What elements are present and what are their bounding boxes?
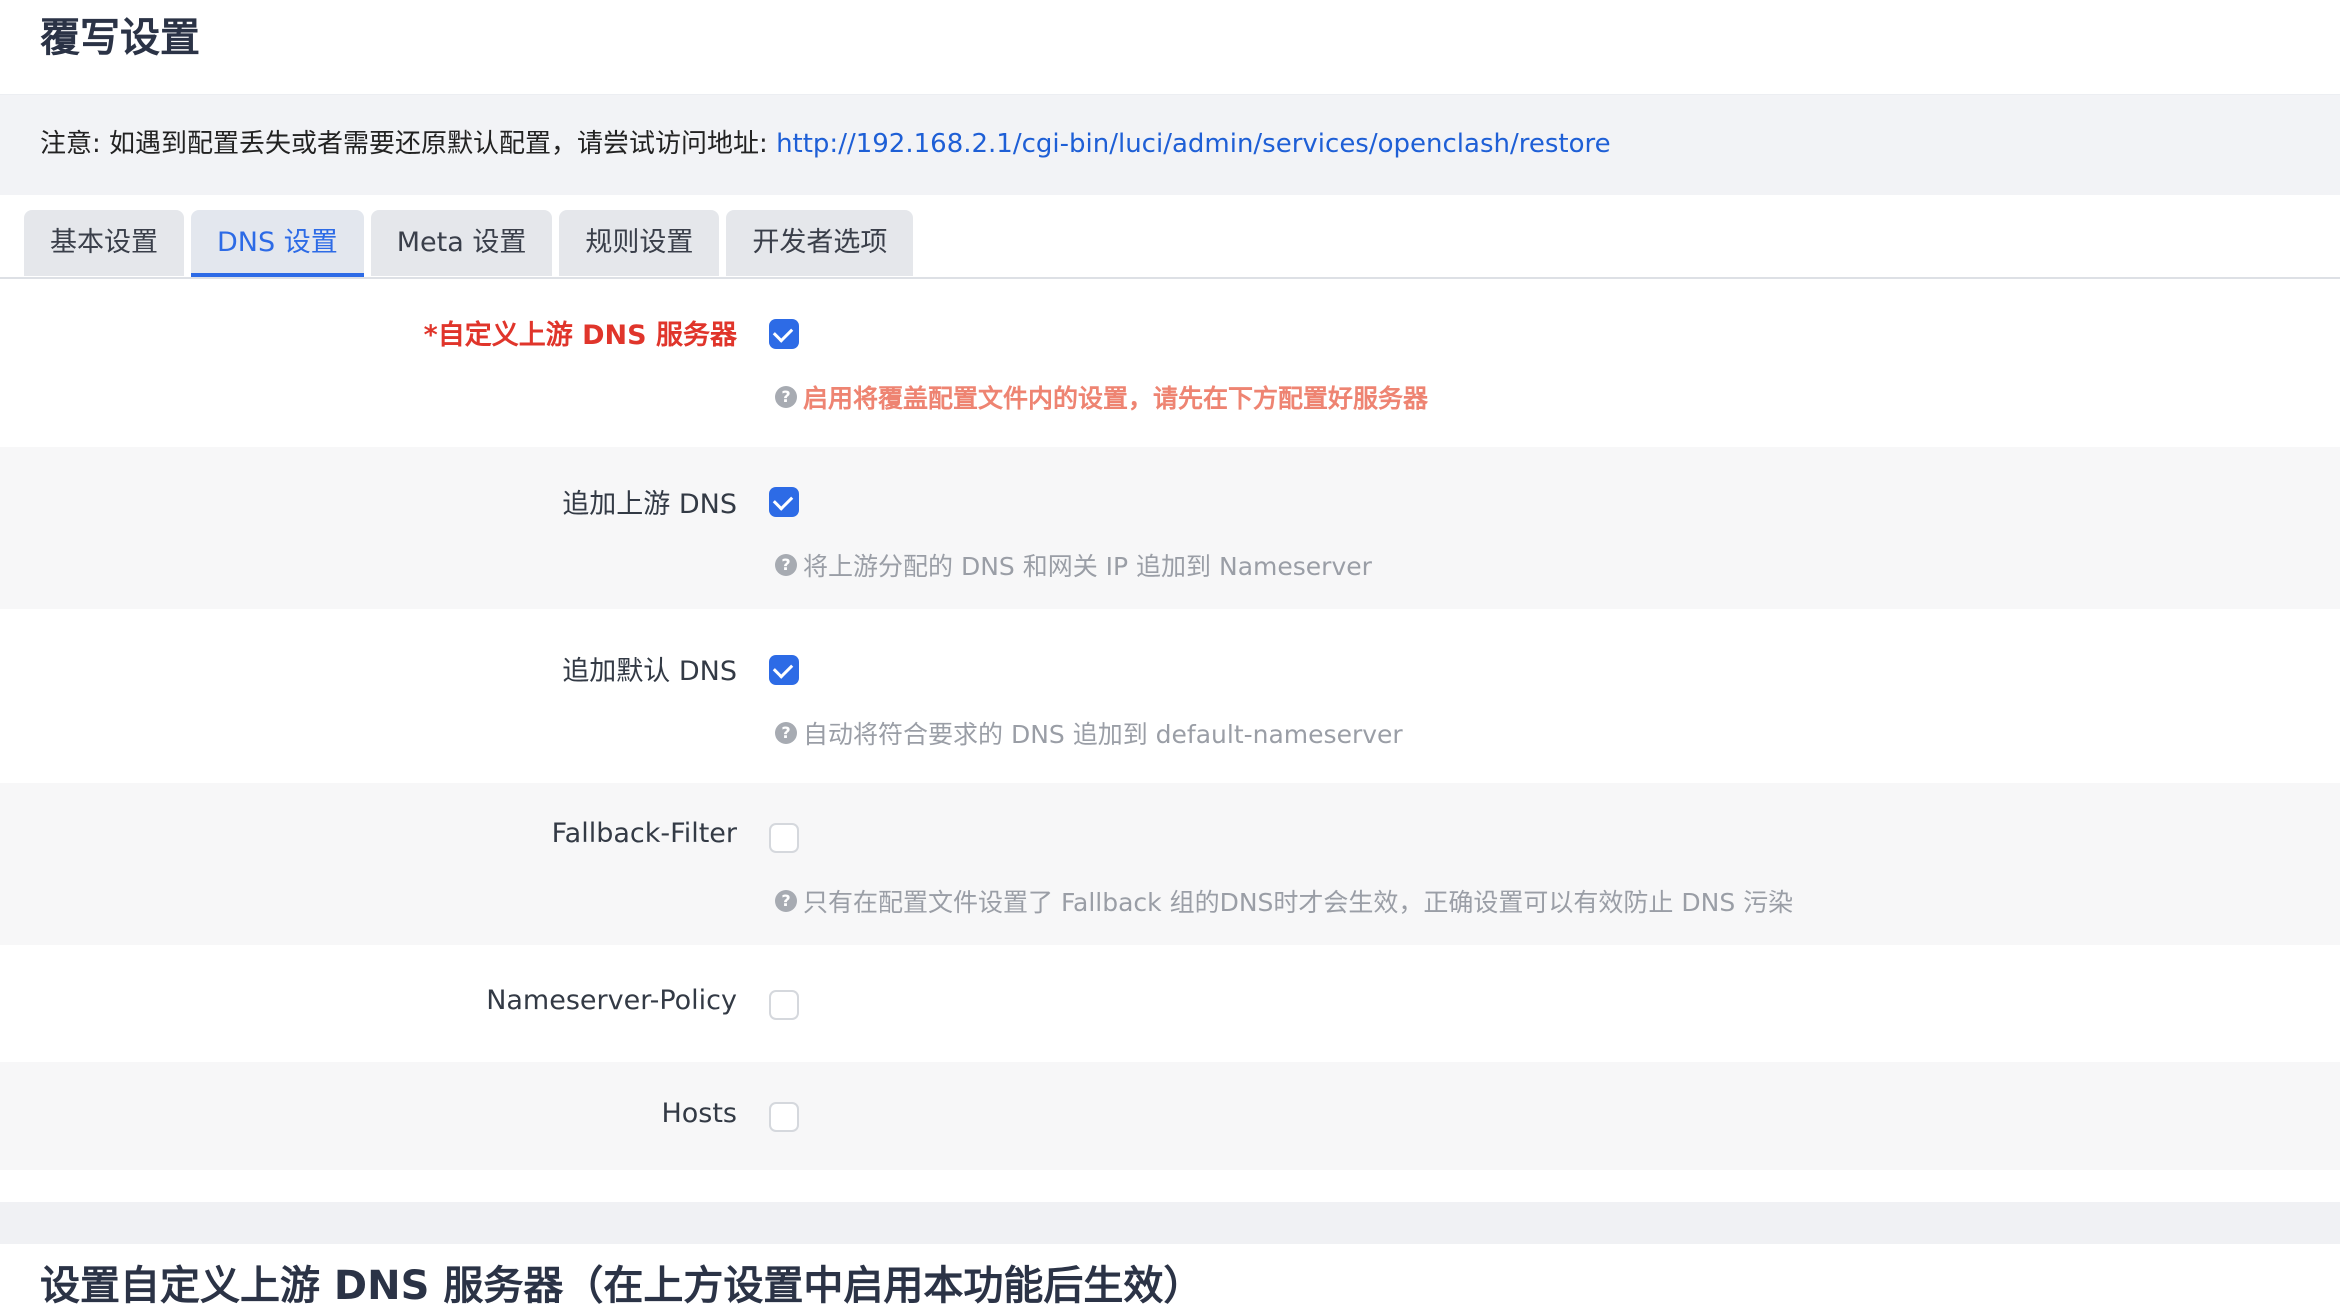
setting-help-text: 只有在配置文件设置了 Fallback 组的DNS时才会生效，正确设置可以有效防… xyxy=(803,888,1794,917)
setting-help-text: 启用将覆盖配置文件内的设置，请先在下方配置好服务器 xyxy=(803,384,1429,413)
setting-help-text: 将上游分配的 DNS 和网关 IP 追加到 Nameserver xyxy=(803,552,1372,581)
setting-label: *自定义上游 DNS 服务器 xyxy=(423,320,737,351)
page-title: 覆写设置 xyxy=(40,15,200,61)
tab-bar: 基本设置 DNS 设置 Meta 设置 规则设置 开发者选项 xyxy=(24,210,914,278)
question-circle-icon: ? xyxy=(775,722,797,744)
nameserver-policy-checkbox[interactable] xyxy=(769,990,799,1020)
custom-upstream-dns-checkbox[interactable] xyxy=(769,319,799,349)
notice-label: 注意: 如遇到配置丢失或者需要还原默认配置，请尝试访问地址: xyxy=(40,129,777,159)
setting-row-append-upstream-dns: 追加上游 DNS ? 将上游分配的 DNS 和网关 IP 追加到 Nameser… xyxy=(0,447,2340,609)
setting-help: ? 自动将符合要求的 DNS 追加到 default-nameserver xyxy=(775,715,1403,751)
fallback-filter-checkbox[interactable] xyxy=(769,823,799,853)
tab-developer-options[interactable]: 开发者选项 xyxy=(726,210,914,276)
tab-basic-settings[interactable]: 基本设置 xyxy=(24,210,184,276)
append-default-dns-checkbox[interactable] xyxy=(769,655,799,685)
setting-label: Fallback-Filter xyxy=(551,818,737,849)
tab-meta-settings[interactable]: Meta 设置 xyxy=(370,210,553,276)
append-upstream-dns-checkbox[interactable] xyxy=(769,487,799,517)
setting-label: Nameserver-Policy xyxy=(486,985,737,1016)
setting-row-fallback-filter: Fallback-Filter ? 只有在配置文件设置了 Fallback 组的… xyxy=(0,783,2340,945)
section-divider xyxy=(0,1202,2340,1244)
setting-help: ? 将上游分配的 DNS 和网关 IP 追加到 Nameserver xyxy=(775,547,1372,583)
question-circle-icon: ? xyxy=(775,386,797,408)
tab-dns-settings[interactable]: DNS 设置 xyxy=(191,210,364,278)
restore-link[interactable]: http://192.168.2.1/cgi-bin/luci/admin/se… xyxy=(776,129,1611,159)
setting-row-custom-upstream-dns: *自定义上游 DNS 服务器 ? 启用将覆盖配置文件内的设置，请先在下方配置好服… xyxy=(0,279,2340,447)
setting-row-append-default-dns: 追加默认 DNS ? 自动将符合要求的 DNS 追加到 default-name… xyxy=(0,609,2340,783)
setting-help: ? 启用将覆盖配置文件内的设置，请先在下方配置好服务器 xyxy=(775,379,1428,415)
setting-label: Hosts xyxy=(661,1098,737,1129)
setting-help-text: 自动将符合要求的 DNS 追加到 default-nameserver xyxy=(803,720,1403,749)
question-circle-icon: ? xyxy=(775,554,797,576)
question-circle-icon: ? xyxy=(775,890,797,912)
hosts-checkbox[interactable] xyxy=(769,1102,799,1132)
tab-rule-settings[interactable]: 规则设置 xyxy=(559,210,720,276)
setting-label: 追加上游 DNS xyxy=(562,489,737,520)
setting-row-hosts: Hosts xyxy=(0,1062,2340,1170)
setting-row-nameserver-policy: Nameserver-Policy xyxy=(0,945,2340,1062)
section-title: 设置自定义上游 DNS 服务器（在上方设置中启用本功能后生效） xyxy=(40,1263,1204,1309)
setting-label: 追加默认 DNS xyxy=(562,656,737,687)
setting-help: ? 只有在配置文件设置了 Fallback 组的DNS时才会生效，正确设置可以有… xyxy=(775,883,1793,919)
notice-text: 注意: 如遇到配置丢失或者需要还原默认配置，请尝试访问地址: http://19… xyxy=(40,124,1611,164)
